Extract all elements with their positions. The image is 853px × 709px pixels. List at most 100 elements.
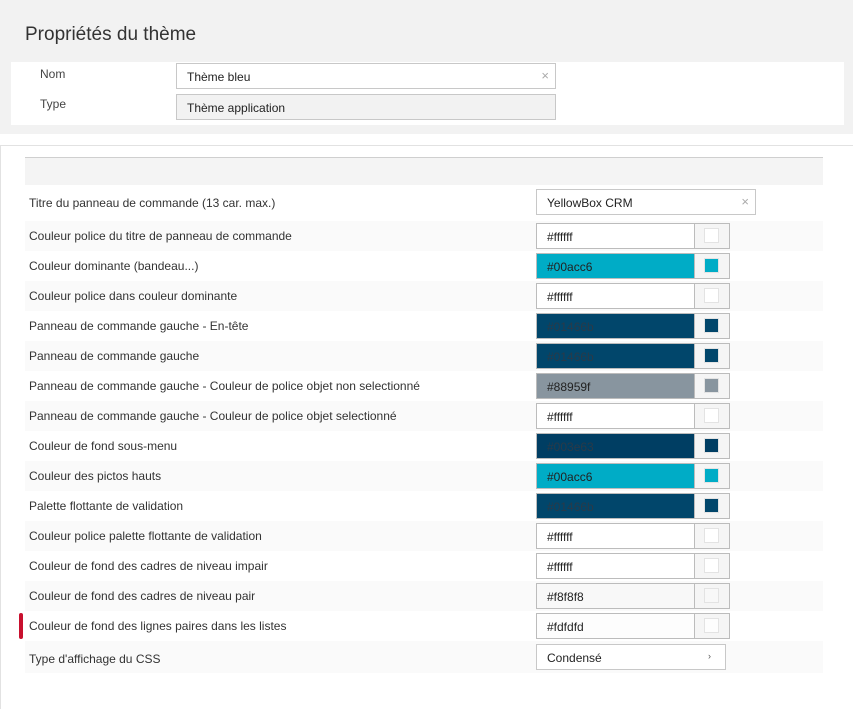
row-label: Couleur des pictos hauts	[29, 469, 162, 483]
row-color-setting: Couleur de fond des cadres de niveau pai…	[25, 581, 823, 611]
color-input[interactable]: #01466b	[536, 313, 730, 339]
color-input[interactable]: #01466b	[536, 493, 730, 519]
color-picker-button[interactable]	[694, 494, 729, 518]
row-color-setting: Couleur police palette flottante de vali…	[25, 521, 823, 551]
color-input[interactable]: #00acc6	[536, 463, 730, 489]
row-label: Couleur police palette flottante de vali…	[29, 529, 262, 543]
row-color-setting: Panneau de commande gauche #01466b	[25, 341, 823, 371]
color-swatch-icon	[704, 468, 719, 483]
color-input[interactable]: #f8f8f8	[536, 583, 730, 609]
color-swatch-icon	[704, 438, 719, 453]
color-swatch-icon	[704, 558, 719, 573]
row-color-setting: Couleur de fond des cadres de niveau imp…	[25, 551, 823, 581]
color-input[interactable]: #00acc6	[536, 253, 730, 279]
color-value: #ffffff	[537, 284, 694, 308]
color-value: #00acc6	[537, 464, 694, 488]
row-color-setting: Couleur police dans couleur dominante #f…	[25, 281, 823, 311]
row-label: Couleur dominante (bandeau...)	[29, 259, 199, 273]
row-color-setting: Palette flottante de validation #01466b	[25, 491, 823, 521]
css-display-value: Condensé	[547, 651, 602, 665]
color-input[interactable]: #ffffff	[536, 403, 730, 429]
color-input[interactable]: #88959f	[536, 373, 730, 399]
color-value: #00acc6	[537, 254, 694, 278]
header-form: Nom Thème bleu × Type Thème application	[11, 62, 844, 125]
row-label: Type d'affichage du CSS	[29, 652, 161, 666]
row-label: Couleur de fond des lignes paires dans l…	[29, 619, 287, 633]
color-picker-button[interactable]	[694, 524, 729, 548]
color-swatch-icon	[704, 618, 719, 633]
color-input[interactable]: #ffffff	[536, 223, 730, 249]
color-swatch-icon	[704, 588, 719, 603]
row-color-setting: Panneau de commande gauche - En-tête #01…	[25, 311, 823, 341]
color-picker-button[interactable]	[694, 584, 729, 608]
color-swatch-icon	[704, 528, 719, 543]
color-input[interactable]: #003e63	[536, 433, 730, 459]
section-header-band	[25, 157, 823, 185]
row-label: Panneau de commande gauche - Couleur de …	[29, 379, 420, 393]
type-value: Thème application	[187, 101, 286, 115]
row-css-display: Type d'affichage du CSS Condensé ›	[25, 641, 823, 673]
name-input[interactable]: Thème bleu ×	[176, 63, 556, 89]
color-picker-button[interactable]	[694, 614, 729, 638]
clear-icon[interactable]: ×	[541, 68, 549, 83]
type-label: Type	[40, 97, 67, 111]
row-color-setting: Couleur des pictos hauts #00acc6	[25, 461, 823, 491]
theme-header-panel: Propriétés du thème Nom Thème bleu × Typ…	[0, 0, 853, 134]
color-picker-button[interactable]	[694, 464, 729, 488]
color-value: #f8f8f8	[537, 584, 694, 608]
color-input[interactable]: #01466b	[536, 343, 730, 369]
color-picker-button[interactable]	[694, 404, 729, 428]
name-label: Nom	[40, 67, 66, 81]
panel-title-input[interactable]: YellowBox CRM ×	[536, 189, 756, 215]
color-picker-button[interactable]	[694, 224, 729, 248]
color-value: #ffffff	[537, 554, 694, 578]
color-value: #01466b	[537, 494, 694, 518]
css-display-select[interactable]: Condensé ›	[536, 644, 726, 670]
color-value: #003e63	[537, 434, 694, 458]
clear-icon[interactable]: ×	[741, 194, 749, 209]
chevron-down-icon[interactable]: ›	[708, 651, 711, 661]
color-input[interactable]: #ffffff	[536, 283, 730, 309]
row-color-setting: Panneau de commande gauche - Couleur de …	[25, 371, 823, 401]
row-label: Titre du panneau de commande (13 car. ma…	[29, 196, 276, 210]
left-border	[0, 146, 1, 709]
row-color-setting: Couleur de fond sous-menu #003e63	[25, 431, 823, 461]
name-value: Thème bleu	[187, 70, 251, 84]
color-input[interactable]: #ffffff	[536, 553, 730, 579]
color-picker-button[interactable]	[694, 554, 729, 578]
color-picker-button[interactable]	[694, 314, 729, 338]
section-divider	[0, 145, 853, 146]
color-picker-button[interactable]	[694, 284, 729, 308]
color-value: #88959f	[537, 374, 694, 398]
row-color-setting: Couleur dominante (bandeau...) #00acc6	[25, 251, 823, 281]
page-title: Propriétés du thème	[25, 24, 197, 45]
row-label: Palette flottante de validation	[29, 499, 184, 513]
color-picker-button[interactable]	[694, 434, 729, 458]
color-picker-button[interactable]	[694, 374, 729, 398]
row-color-setting: Couleur police du titre de panneau de co…	[25, 221, 823, 251]
row-color-setting: Panneau de commande gauche - Couleur de …	[25, 401, 823, 431]
color-swatch-icon	[704, 288, 719, 303]
active-row-marker	[19, 613, 23, 639]
color-value: #ffffff	[537, 404, 694, 428]
row-label: Panneau de commande gauche - En-tête	[29, 319, 249, 333]
row-label: Couleur de fond des cadres de niveau pai…	[29, 589, 256, 603]
color-swatch-icon	[704, 378, 719, 393]
row-label: Panneau de commande gauche	[29, 349, 200, 363]
panel-title-value: YellowBox CRM	[547, 196, 633, 210]
color-input[interactable]: #fdfdfd	[536, 613, 730, 639]
type-field: Thème application	[176, 94, 556, 120]
row-label: Panneau de commande gauche - Couleur de …	[29, 409, 397, 423]
row-panel-title: Titre du panneau de commande (13 car. ma…	[25, 188, 823, 218]
color-value: #ffffff	[537, 224, 694, 248]
color-picker-button[interactable]	[694, 254, 729, 278]
color-swatch-icon	[704, 408, 719, 423]
color-value: #ffffff	[537, 524, 694, 548]
color-input[interactable]: #ffffff	[536, 523, 730, 549]
color-swatch-icon	[704, 228, 719, 243]
row-label: Couleur police dans couleur dominante	[29, 289, 238, 303]
color-swatch-icon	[704, 498, 719, 513]
color-picker-button[interactable]	[694, 344, 729, 368]
row-label: Couleur de fond sous-menu	[29, 439, 178, 453]
row-color-setting: Couleur de fond des lignes paires dans l…	[19, 611, 823, 641]
